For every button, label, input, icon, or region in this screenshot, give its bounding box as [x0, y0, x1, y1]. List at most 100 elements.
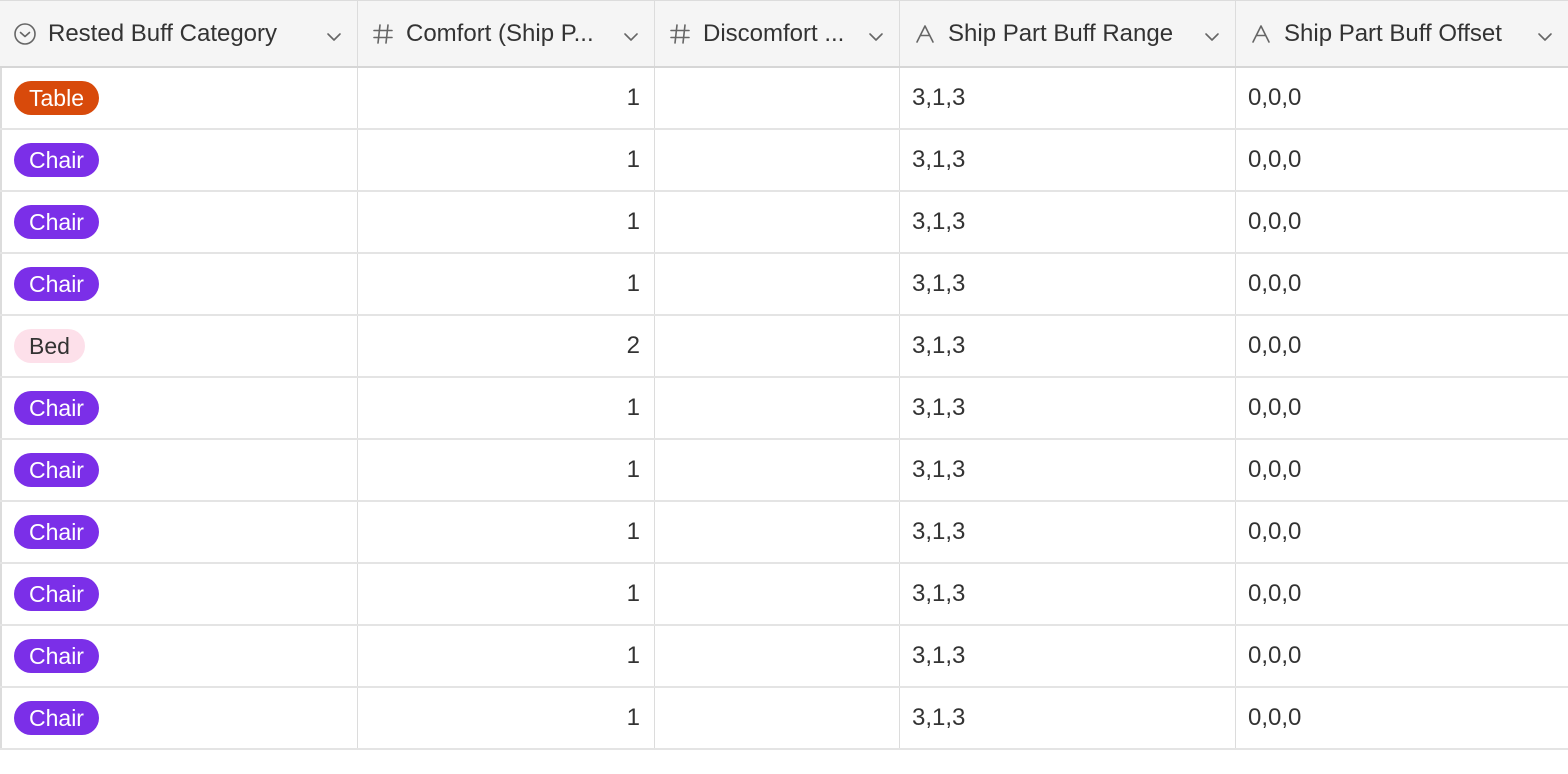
- table-row[interactable]: Chair 1 3,1,3 0,0,0: [0, 626, 1568, 688]
- comfort-value: 1: [626, 704, 640, 731]
- cell-rested-buff-category[interactable]: Chair: [0, 254, 358, 314]
- cell-ship-part-buff-offset[interactable]: 0,0,0: [1236, 502, 1568, 562]
- cell-ship-part-buff-range[interactable]: 3,1,3: [900, 564, 1236, 624]
- buff-offset-value: 0,0,0: [1248, 332, 1302, 359]
- chevron-down-icon[interactable]: [622, 25, 640, 43]
- table-row[interactable]: Chair 1 3,1,3 0,0,0: [0, 440, 1568, 502]
- cell-comfort[interactable]: 1: [358, 378, 655, 438]
- comfort-value: 1: [626, 270, 640, 297]
- buff-offset-value: 0,0,0: [1248, 84, 1302, 111]
- cell-rested-buff-category[interactable]: Chair: [0, 502, 358, 562]
- category-badge: Chair: [14, 453, 99, 487]
- cell-ship-part-buff-offset[interactable]: 0,0,0: [1236, 564, 1568, 624]
- cell-comfort[interactable]: 1: [358, 254, 655, 314]
- grid-header: Rested Buff Category Comfort (Ship P...: [0, 0, 1568, 68]
- cell-discomfort[interactable]: [655, 378, 900, 438]
- table-row[interactable]: Chair 1 3,1,3 0,0,0: [0, 130, 1568, 192]
- category-badge: Table: [14, 81, 99, 115]
- cell-ship-part-buff-range[interactable]: 3,1,3: [900, 130, 1236, 190]
- column-header-ship-part-buff-range[interactable]: Ship Part Buff Range: [900, 1, 1236, 66]
- buff-offset-value: 0,0,0: [1248, 580, 1302, 607]
- cell-discomfort[interactable]: [655, 440, 900, 500]
- table-row[interactable]: Chair 1 3,1,3 0,0,0: [0, 378, 1568, 440]
- cell-discomfort[interactable]: [655, 626, 900, 686]
- cell-comfort[interactable]: 1: [358, 502, 655, 562]
- cell-rested-buff-category[interactable]: Chair: [0, 192, 358, 252]
- cell-rested-buff-category[interactable]: Chair: [0, 688, 358, 748]
- cell-ship-part-buff-range[interactable]: 3,1,3: [900, 68, 1236, 128]
- cell-discomfort[interactable]: [655, 68, 900, 128]
- chevron-down-icon[interactable]: [325, 25, 343, 43]
- cell-discomfort[interactable]: [655, 316, 900, 376]
- cell-discomfort[interactable]: [655, 564, 900, 624]
- cell-ship-part-buff-range[interactable]: 3,1,3: [900, 626, 1236, 686]
- cell-rested-buff-category[interactable]: Chair: [0, 130, 358, 190]
- buff-range-value: 3,1,3: [912, 84, 966, 111]
- category-badge: Chair: [14, 267, 99, 301]
- cell-comfort[interactable]: 2: [358, 316, 655, 376]
- buff-offset-value: 0,0,0: [1248, 704, 1302, 731]
- chevron-down-icon[interactable]: [867, 25, 885, 43]
- cell-discomfort[interactable]: [655, 502, 900, 562]
- cell-ship-part-buff-range[interactable]: 3,1,3: [900, 316, 1236, 376]
- hash-icon: [370, 21, 396, 47]
- buff-range-value: 3,1,3: [912, 456, 966, 483]
- column-label: Comfort (Ship P...: [406, 19, 594, 47]
- cell-comfort[interactable]: 1: [358, 68, 655, 128]
- cell-ship-part-buff-range[interactable]: 3,1,3: [900, 254, 1236, 314]
- cell-ship-part-buff-offset[interactable]: 0,0,0: [1236, 192, 1568, 252]
- text-type-icon: [912, 21, 938, 47]
- cell-comfort[interactable]: 1: [358, 440, 655, 500]
- buff-offset-value: 0,0,0: [1248, 642, 1302, 669]
- cell-rested-buff-category[interactable]: Bed: [0, 316, 358, 376]
- cell-comfort[interactable]: 1: [358, 564, 655, 624]
- cell-ship-part-buff-offset[interactable]: 0,0,0: [1236, 440, 1568, 500]
- buff-range-value: 3,1,3: [912, 518, 966, 545]
- cell-ship-part-buff-offset[interactable]: 0,0,0: [1236, 626, 1568, 686]
- cell-comfort[interactable]: 1: [358, 192, 655, 252]
- table-row[interactable]: Table 1 3,1,3 0,0,0: [0, 68, 1568, 130]
- cell-discomfort[interactable]: [655, 254, 900, 314]
- cell-rested-buff-category[interactable]: Table: [0, 68, 358, 128]
- cell-ship-part-buff-range[interactable]: 3,1,3: [900, 192, 1236, 252]
- cell-rested-buff-category[interactable]: Chair: [0, 626, 358, 686]
- cell-ship-part-buff-offset[interactable]: 0,0,0: [1236, 130, 1568, 190]
- cell-rested-buff-category[interactable]: Chair: [0, 378, 358, 438]
- cell-rested-buff-category[interactable]: Chair: [0, 564, 358, 624]
- cell-ship-part-buff-range[interactable]: 3,1,3: [900, 440, 1236, 500]
- table-row[interactable]: Chair 1 3,1,3 0,0,0: [0, 254, 1568, 316]
- category-badge: Chair: [14, 391, 99, 425]
- column-header-ship-part-buff-offset[interactable]: Ship Part Buff Offset: [1236, 1, 1568, 66]
- cell-comfort[interactable]: 1: [358, 130, 655, 190]
- comfort-value: 1: [626, 394, 640, 421]
- cell-comfort[interactable]: 1: [358, 688, 655, 748]
- cell-ship-part-buff-offset[interactable]: 0,0,0: [1236, 378, 1568, 438]
- cell-ship-part-buff-range[interactable]: 3,1,3: [900, 688, 1236, 748]
- category-badge: Chair: [14, 143, 99, 177]
- column-header-comfort[interactable]: Comfort (Ship P...: [358, 1, 655, 66]
- table-row[interactable]: Chair 1 3,1,3 0,0,0: [0, 688, 1568, 750]
- cell-ship-part-buff-offset[interactable]: 0,0,0: [1236, 254, 1568, 314]
- cell-ship-part-buff-offset[interactable]: 0,0,0: [1236, 688, 1568, 748]
- buff-range-value: 3,1,3: [912, 394, 966, 421]
- cell-discomfort[interactable]: [655, 688, 900, 748]
- cell-discomfort[interactable]: [655, 130, 900, 190]
- table-row[interactable]: Bed 2 3,1,3 0,0,0: [0, 316, 1568, 378]
- cell-ship-part-buff-offset[interactable]: 0,0,0: [1236, 316, 1568, 376]
- cell-ship-part-buff-offset[interactable]: 0,0,0: [1236, 68, 1568, 128]
- cell-rested-buff-category[interactable]: Chair: [0, 440, 358, 500]
- column-header-discomfort[interactable]: Discomfort ...: [655, 1, 900, 66]
- cell-comfort[interactable]: 1: [358, 626, 655, 686]
- table-row[interactable]: Chair 1 3,1,3 0,0,0: [0, 192, 1568, 254]
- table-row[interactable]: Chair 1 3,1,3 0,0,0: [0, 564, 1568, 626]
- cell-discomfort[interactable]: [655, 192, 900, 252]
- chevron-down-icon[interactable]: [1203, 25, 1221, 43]
- cell-ship-part-buff-range[interactable]: 3,1,3: [900, 502, 1236, 562]
- comfort-value: 1: [626, 146, 640, 173]
- cell-ship-part-buff-range[interactable]: 3,1,3: [900, 378, 1236, 438]
- column-header-rested-buff-category[interactable]: Rested Buff Category: [0, 1, 358, 66]
- chevron-down-icon[interactable]: [1536, 25, 1554, 43]
- column-label: Ship Part Buff Offset: [1284, 19, 1502, 47]
- buff-offset-value: 0,0,0: [1248, 208, 1302, 235]
- table-row[interactable]: Chair 1 3,1,3 0,0,0: [0, 502, 1568, 564]
